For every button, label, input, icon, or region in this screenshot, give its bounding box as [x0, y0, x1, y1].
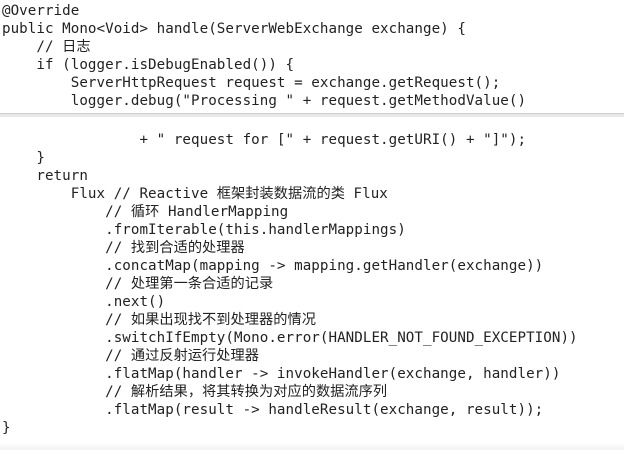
code-block-bottom: + " request for [" + request.getURI() + … [0, 117, 624, 450]
code-line: @Override [2, 3, 80, 19]
code-line: .concatMap(mapping -> mapping.getHandler… [2, 258, 544, 274]
code-line: if (logger.isDebugEnabled()) { [2, 57, 295, 73]
code-line: ServerHttpRequest request = exchange.get… [2, 75, 501, 91]
code-line: public Mono<Void> handle(ServerWebExchan… [2, 21, 466, 37]
code-line: Flux // Reactive 框架封装数据流的类 Flux [2, 186, 388, 202]
bottom-fade [0, 442, 624, 450]
code-line: + " request for [" + request.getURI() + … [2, 132, 527, 148]
code-line: // 如果出现找不到处理器的情况 [2, 312, 316, 328]
code-line: return [2, 168, 88, 184]
code-line: logger.debug("Processing " + request.get… [2, 93, 527, 109]
code-line: // 循环 HandlerMapping [2, 204, 289, 220]
code-line: } [2, 420, 11, 436]
code-line: // 解析结果，将其转换为对应的数据流序列 [2, 384, 388, 400]
code-line: .flatMap(handler -> invokeHandler(exchan… [2, 366, 561, 382]
code-line: // 通过反射运行处理器 [2, 348, 260, 364]
code-line: .switchIfEmpty(Mono.error(HANDLER_NOT_FO… [2, 330, 578, 346]
code-line: // 日志 [2, 39, 91, 55]
code-line: // 处理第一条合适的记录 [2, 276, 274, 292]
code-line: .fromIterable(this.handlerMappings) [2, 222, 406, 238]
code-line: .next() [2, 294, 166, 310]
code-line: } [2, 150, 45, 166]
code-block-top: @Override public Mono<Void> handle(Serve… [0, 0, 624, 114]
code-line: .flatMap(result -> handleResult(exchange… [2, 402, 544, 418]
code-line: // 找到合适的处理器 [2, 240, 245, 256]
